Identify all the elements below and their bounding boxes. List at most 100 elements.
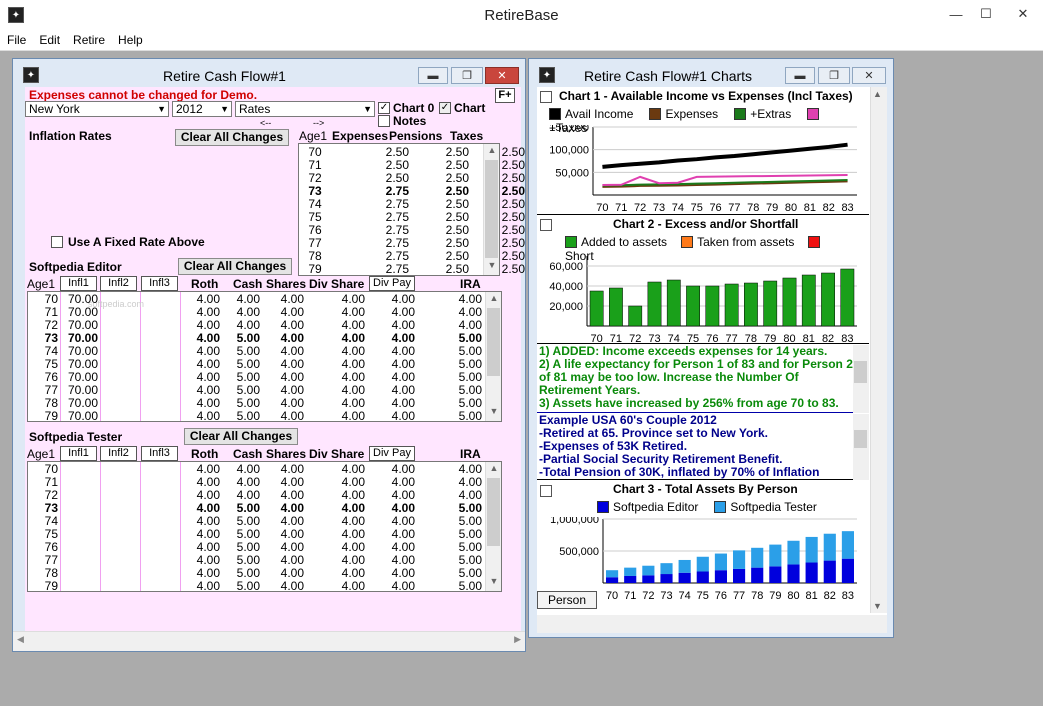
cash-cell[interactable]: 5.00 xyxy=(228,566,260,580)
inflation-cell[interactable]: 71 xyxy=(303,158,327,172)
shares-cell[interactable]: 4.00 xyxy=(274,488,304,502)
div-pay-cell[interactable]: 4.00 xyxy=(383,396,415,410)
close-icon[interactable]: ✕ xyxy=(852,67,886,84)
div-pay-cell[interactable]: 4.00 xyxy=(383,488,415,502)
menu-help[interactable]: Help xyxy=(111,31,149,47)
div-share-cell[interactable]: 4.00 xyxy=(333,527,365,541)
shares-cell[interactable]: 4.00 xyxy=(274,331,304,345)
menu-retire[interactable]: Retire xyxy=(66,31,111,47)
inflation-cell[interactable]: 2.50 xyxy=(469,158,525,172)
table-row[interactable]: 79 4.00 5.00 4.00 4.00 4.00 5.00 xyxy=(28,579,486,593)
inflation-cell[interactable]: 2.50 xyxy=(409,262,469,276)
roth-cell[interactable]: 4.00 xyxy=(188,292,220,306)
cash-cell[interactable]: 5.00 xyxy=(228,370,260,384)
inflation-cell[interactable]: 2.50 xyxy=(359,171,409,185)
age-cell[interactable]: 74 xyxy=(30,514,58,528)
cash-cell[interactable]: 5.00 xyxy=(228,579,260,593)
shares-cell[interactable]: 4.00 xyxy=(274,501,304,515)
cash-cell[interactable]: 5.00 xyxy=(228,527,260,541)
infl1-button[interactable]: Infl1 xyxy=(60,276,97,291)
age-cell[interactable]: 79 xyxy=(30,579,58,593)
roth-cell[interactable]: 4.00 xyxy=(188,331,220,345)
div-pay-cell[interactable]: 4.00 xyxy=(383,409,415,423)
inflation-cell[interactable]: 2.50 xyxy=(359,158,409,172)
inflation-cell[interactable]: 2.50 xyxy=(409,171,469,185)
table-row[interactable]: 74 70.00 4.00 5.00 4.00 4.00 4.00 5.00 xyxy=(28,344,486,358)
ira-cell[interactable]: 4.00 xyxy=(446,475,482,489)
minimize-icon[interactable]: — xyxy=(942,4,970,24)
cash-cell[interactable]: 5.00 xyxy=(228,357,260,371)
inflation-cell[interactable]: 2.50 xyxy=(469,184,525,198)
minimize-icon[interactable]: ▬ xyxy=(785,67,815,84)
inflation-cell[interactable]: 76 xyxy=(303,223,327,237)
shares-cell[interactable]: 4.00 xyxy=(274,514,304,528)
font-plus-button[interactable]: F+ xyxy=(495,88,515,103)
div-pay-cell[interactable]: 4.00 xyxy=(383,475,415,489)
scrollbar[interactable]: ▲ ▼ xyxy=(870,87,887,613)
div-share-cell[interactable]: 4.00 xyxy=(333,475,365,489)
table-row[interactable]: 71 70.00 4.00 4.00 4.00 4.00 4.00 4.00 xyxy=(28,305,486,319)
inflation-cell[interactable]: 70 xyxy=(303,145,327,159)
arrow-left-label[interactable]: <-- xyxy=(260,118,271,128)
div-pay-cell[interactable]: 4.00 xyxy=(383,514,415,528)
scroll-up-icon[interactable]: ▲ xyxy=(873,89,882,99)
div-share-cell[interactable]: 4.00 xyxy=(333,566,365,580)
table-row[interactable]: 73 4.00 5.00 4.00 4.00 4.00 5.00 xyxy=(28,501,486,515)
roth-cell[interactable]: 4.00 xyxy=(188,579,220,593)
table-row[interactable]: 75 4.00 5.00 4.00 4.00 4.00 5.00 xyxy=(28,527,486,541)
div-share-cell[interactable]: 4.00 xyxy=(333,579,365,593)
chart-checkbox[interactable]: ✓ xyxy=(439,102,451,114)
table-row[interactable]: 75 70.00 4.00 5.00 4.00 4.00 4.00 5.00 xyxy=(28,357,486,371)
div-pay-cell[interactable]: 4.00 xyxy=(383,292,415,306)
inflation-cell[interactable]: 2.50 xyxy=(409,197,469,211)
scroll-up-icon[interactable]: ▲ xyxy=(486,463,502,477)
roth-cell[interactable]: 4.00 xyxy=(188,488,220,502)
roth-cell[interactable]: 4.00 xyxy=(188,357,220,371)
div-pay-cell[interactable]: 4.00 xyxy=(383,579,415,593)
div-share-cell[interactable]: 4.00 xyxy=(333,357,365,371)
table-row[interactable]: 78 4.00 5.00 4.00 4.00 4.00 5.00 xyxy=(28,566,486,580)
table-row[interactable]: 78 70.00 4.00 5.00 4.00 4.00 4.00 5.00 xyxy=(28,396,486,410)
table-row[interactable]: 72 4.00 4.00 4.00 4.00 4.00 4.00 xyxy=(28,488,486,502)
infl1-cell[interactable]: 70.00 xyxy=(62,344,98,358)
div-share-cell[interactable]: 4.00 xyxy=(333,370,365,384)
inflation-cell[interactable]: 2.75 xyxy=(359,223,409,237)
scrollbar[interactable]: ▲ ▼ xyxy=(485,462,501,591)
div-pay-cell[interactable]: 4.00 xyxy=(383,527,415,541)
cash-cell[interactable]: 4.00 xyxy=(228,305,260,319)
restore-icon[interactable]: ❐ xyxy=(818,67,850,84)
ira-cell[interactable]: 5.00 xyxy=(446,331,482,345)
cash-cell[interactable]: 4.00 xyxy=(228,488,260,502)
div-pay-cell[interactable]: 4.00 xyxy=(383,462,415,476)
div-share-cell[interactable]: 4.00 xyxy=(333,292,365,306)
infl1-cell[interactable]: 70.00 xyxy=(62,409,98,423)
div-pay-cell[interactable]: 4.00 xyxy=(383,318,415,332)
div-pay-cell[interactable]: 4.00 xyxy=(383,540,415,554)
age-cell[interactable]: 74 xyxy=(30,344,58,358)
ira-cell[interactable]: 5.00 xyxy=(446,527,482,541)
shares-cell[interactable]: 4.00 xyxy=(274,462,304,476)
div-pay-cell[interactable]: 4.00 xyxy=(383,305,415,319)
div-pay-button[interactable]: Div Pay xyxy=(369,446,415,461)
inflation-cell[interactable]: 75 xyxy=(303,210,327,224)
inflation-grid[interactable]: ▲ ▼ 70 2.50 2.50 2.50 71 2.50 2.50 2.50 72 2.50 2.5… xyxy=(298,143,525,276)
ira-cell[interactable]: 5.00 xyxy=(446,566,482,580)
infl3-button[interactable]: Infl3 xyxy=(141,446,178,461)
div-share-cell[interactable]: 4.00 xyxy=(333,331,365,345)
arrow-right-label[interactable]: --> xyxy=(313,118,324,128)
clear-all-changes-button[interactable]: Clear All Changes xyxy=(184,428,298,445)
ira-cell[interactable]: 5.00 xyxy=(446,553,482,567)
infl1-cell[interactable]: 70.00 xyxy=(62,370,98,384)
infl1-cell[interactable]: 70.00 xyxy=(62,357,98,371)
close-icon[interactable]: ✕ xyxy=(485,67,519,84)
roth-cell[interactable]: 4.00 xyxy=(188,383,220,397)
ira-cell[interactable]: 4.00 xyxy=(446,305,482,319)
scroll-thumb[interactable] xyxy=(854,361,867,383)
chart0-checkbox[interactable]: ✓ xyxy=(378,102,390,114)
shares-cell[interactable]: 4.00 xyxy=(274,540,304,554)
roth-cell[interactable]: 4.00 xyxy=(188,501,220,515)
inflation-cell[interactable]: 2.50 xyxy=(409,223,469,237)
cash-cell[interactable]: 5.00 xyxy=(228,540,260,554)
inflation-cell[interactable]: 2.50 xyxy=(359,145,409,159)
inflation-cell[interactable]: 74 xyxy=(303,197,327,211)
